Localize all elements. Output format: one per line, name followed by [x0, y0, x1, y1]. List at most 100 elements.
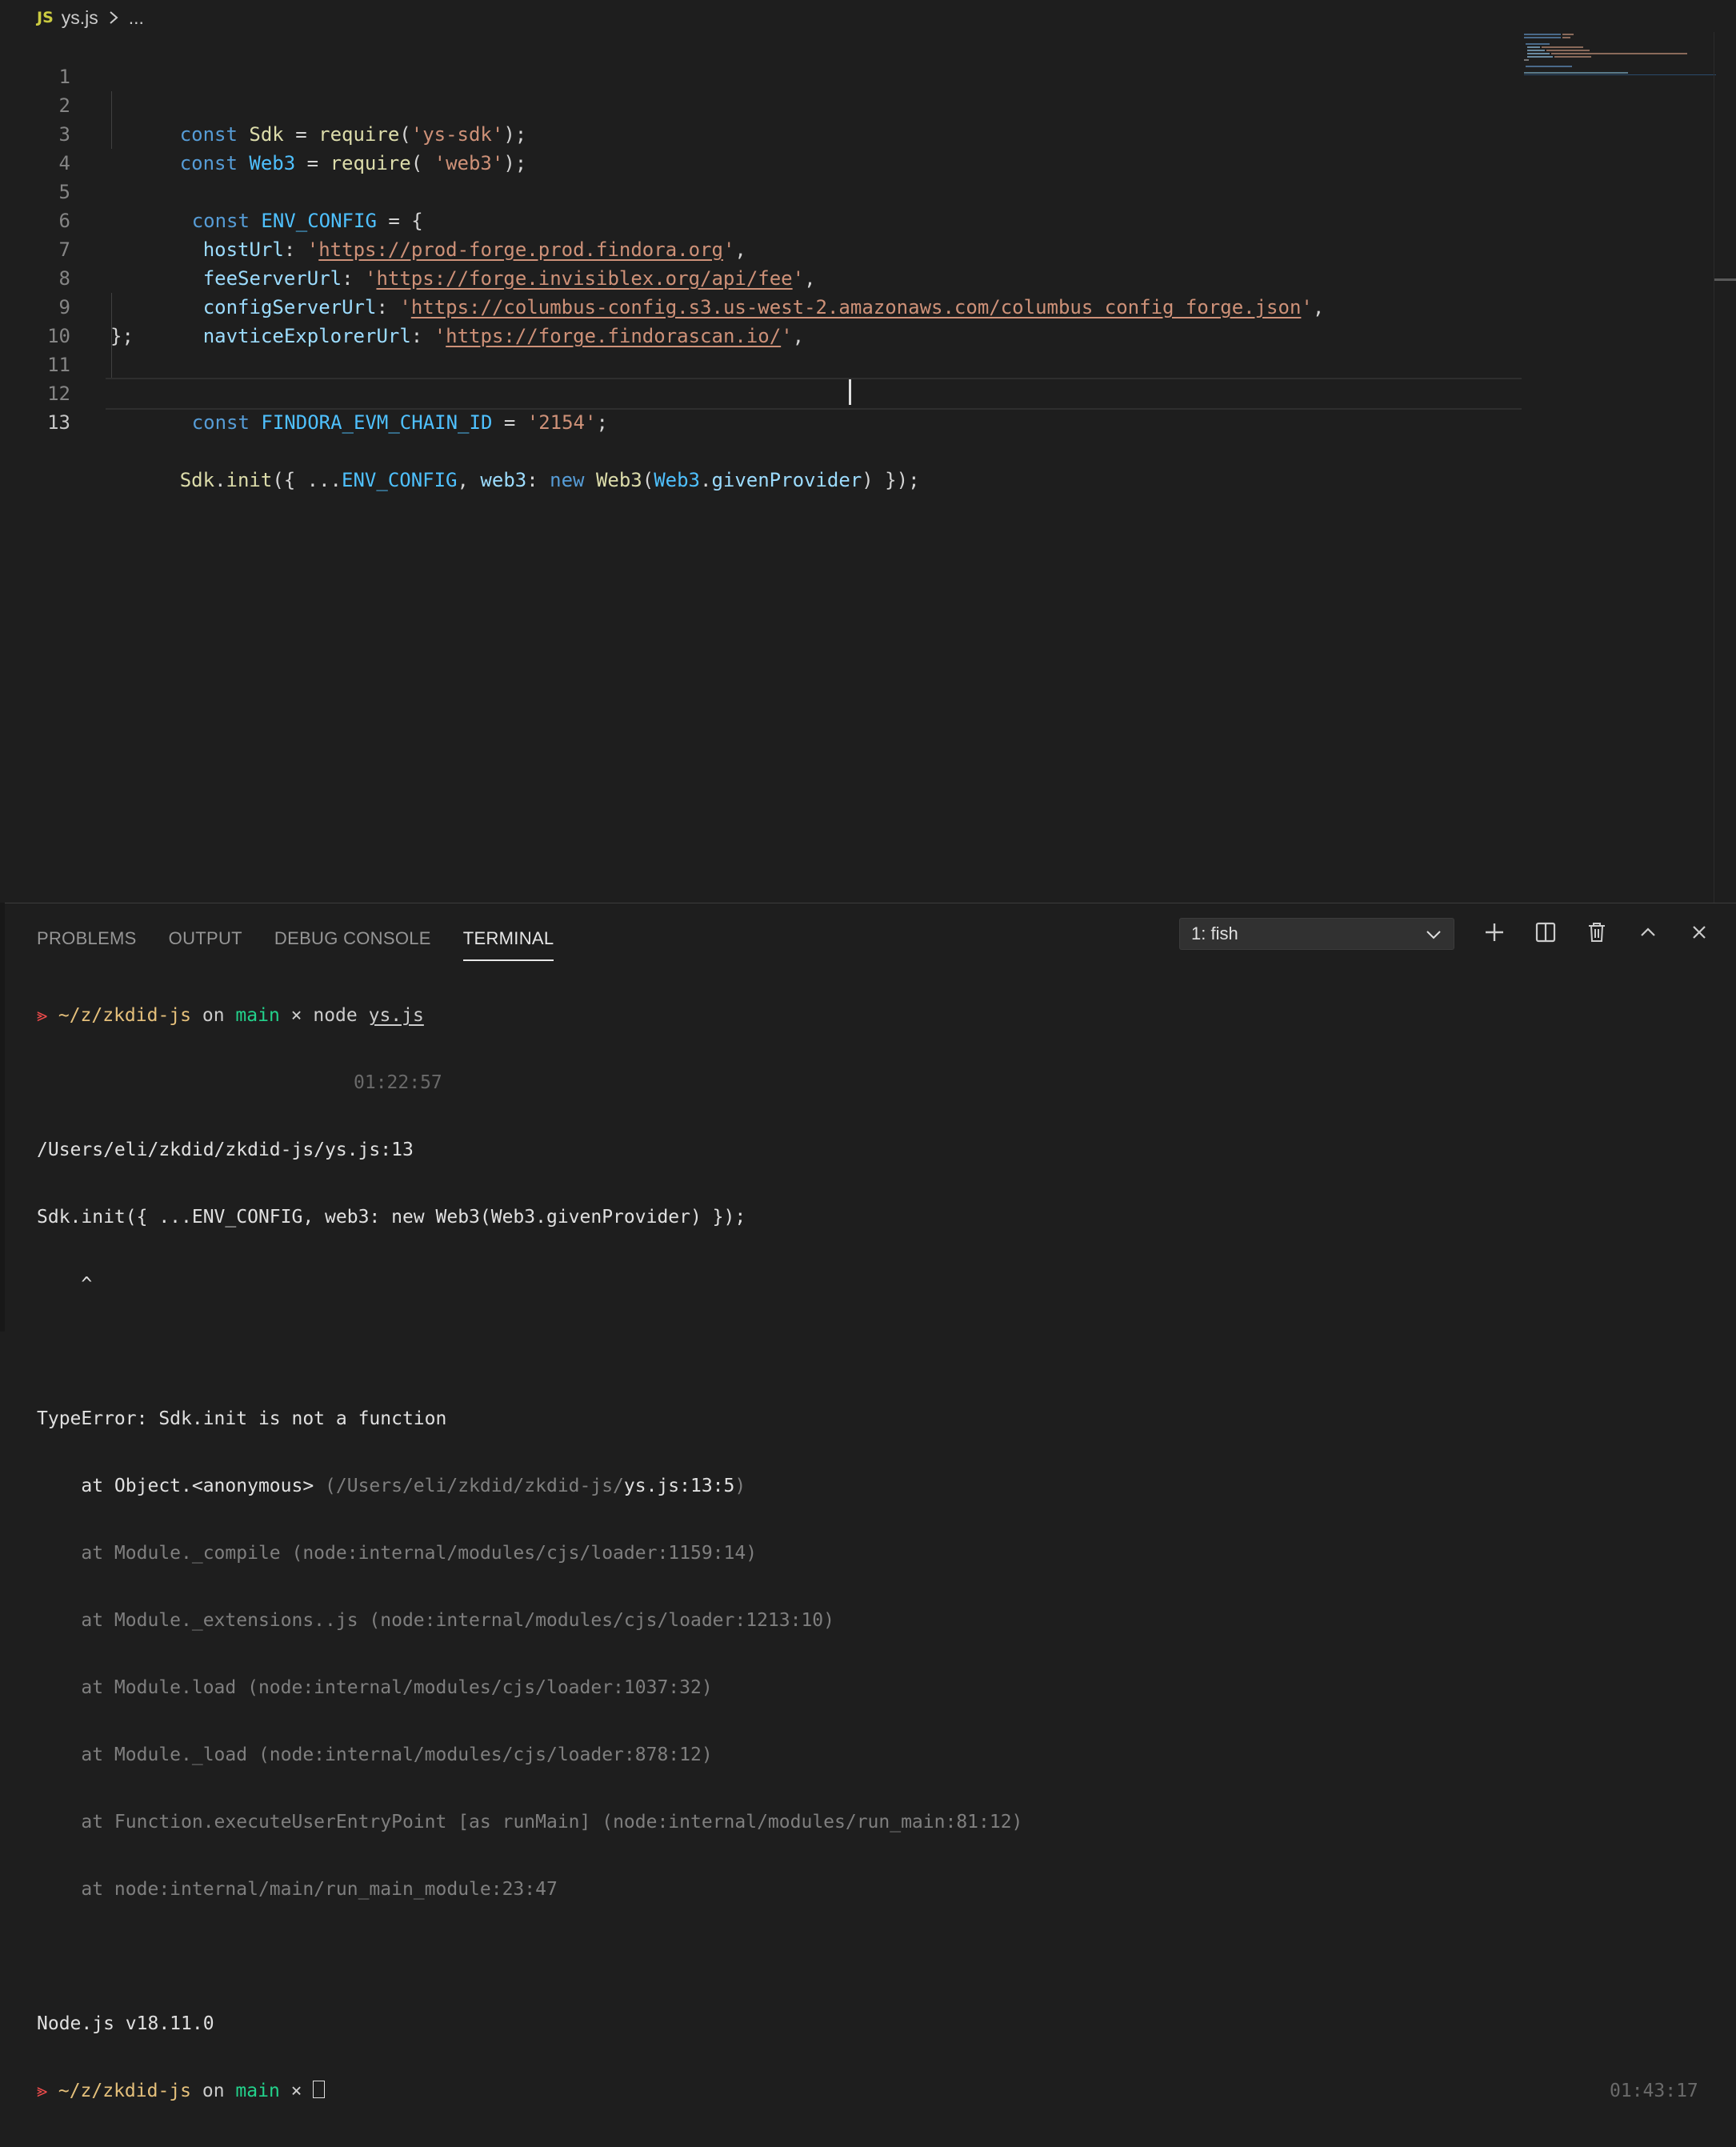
class-name: Web3	[595, 469, 642, 491]
chevron-right-icon	[110, 11, 118, 24]
prompt-text: on	[191, 2081, 236, 2101]
operator: =	[492, 411, 527, 434]
code-line[interactable]: 12	[0, 350, 1520, 405]
timestamp: 01:22:57	[354, 1072, 442, 1093]
tab-problems[interactable]: PROBLEMS	[37, 924, 137, 959]
prompt-arrow-icon: ⪢	[37, 2081, 47, 2101]
code-line[interactable]: 11 const FINDORA_EVM_CHAIN_ID = '2154';	[0, 322, 1520, 434]
close-icon	[1693, 926, 1706, 939]
code-line[interactable]: 2 const Web3 = require( 'web3');	[0, 62, 1520, 174]
panel-tabs: PROBLEMS OUTPUT DEBUG CONSOLE TERMINAL	[37, 924, 554, 961]
git-dirty-mark: ×	[279, 1005, 314, 1026]
code-line[interactable]: 3	[0, 91, 1520, 146]
terminal-line: Node.js v18.11.0	[37, 2013, 214, 2034]
identifier: Web3	[654, 469, 700, 491]
split-icon	[1535, 922, 1556, 943]
new-terminal-button[interactable]	[1478, 916, 1510, 948]
terminal-stack-line: at node:internal/main/run_main_module:23…	[37, 1879, 558, 1900]
punctuation: :	[526, 469, 550, 491]
function-name: init	[226, 469, 273, 491]
stack-text: at Function.executeUserEntryPoint	[37, 1812, 458, 1833]
identifier: ENV_CONFIG	[342, 469, 458, 491]
code-editor[interactable]: 1 const Sdk = require('ys-sdk'); 2 const…	[0, 34, 1522, 491]
code-line[interactable]: 4 const ENV_CONFIG = {	[0, 120, 1520, 232]
terminal-stack-line: at Module.load (node:internal/modules/cj…	[37, 1677, 713, 1698]
code-line[interactable]: 9 };	[0, 264, 1520, 347]
command-argument: ys.js	[368, 1005, 424, 1026]
terminal-stack-line: at Function.executeUserEntryPoint [as ru…	[37, 1811, 1717, 1833]
terminal-prompt-line: ⪢ ~/z/zkdid-js on main × 01:43:17	[37, 2080, 1717, 2102]
string-literal: '2154'	[526, 411, 597, 434]
stack-file-link[interactable]: ys.js:13:5	[624, 1476, 734, 1496]
punctuation: ;	[596, 411, 608, 434]
code-line[interactable]: 7 configServerUrl: 'https://columbus-con…	[0, 206, 1520, 318]
code-line[interactable]: 8 navticeExplorerUrl: 'https://forge.fin…	[0, 235, 1520, 347]
terminal-stack-line: at Module._load (node:internal/modules/c…	[37, 1744, 713, 1765]
code-line[interactable]: 10	[0, 293, 1520, 347]
terminal-stack-line: at Module._extensions..js (node:internal…	[37, 1610, 834, 1631]
prompt-path: ~/z/zkdid-js	[58, 2081, 192, 2101]
chevron-down-icon	[1426, 931, 1441, 939]
line-number: 13	[47, 411, 70, 434]
kill-terminal-button[interactable]	[1581, 916, 1613, 948]
git-branch: main	[235, 2081, 280, 2101]
punctuation: ,	[457, 469, 481, 491]
prompt-path: ~/z/zkdid-js	[58, 1005, 192, 1026]
chevron-up-icon	[1641, 927, 1655, 936]
identifier: FINDORA_EVM_CHAIN_ID	[261, 411, 493, 434]
git-branch: main	[235, 1005, 280, 1026]
punctuation: ({ ...	[272, 469, 342, 491]
stack-path: (/Users/eli/zkdid/zkdid-js/	[325, 1476, 624, 1496]
timestamp: 01:43:17	[1610, 2081, 1698, 2101]
property-name: givenProvider	[711, 469, 862, 491]
code-line[interactable]: 6 feeServerUrl: 'https://forge.invisible…	[0, 178, 1520, 290]
terminal-error-line: TypeError: Sdk.init is not a function	[37, 1408, 447, 1429]
bottom-panel: PROBLEMS OUTPUT DEBUG CONSOLE TERMINAL 1…	[5, 903, 1736, 2101]
breadcrumb[interactable]: JS ys.js ...	[37, 5, 144, 30]
stack-text: )	[734, 1476, 746, 1496]
breadcrumb-more[interactable]: ...	[129, 7, 144, 29]
terminal-prompt-line: ⪢ ~/z/zkdid-js on main × node ys.js	[37, 1004, 1717, 1027]
keyword: new	[550, 469, 585, 491]
tab-terminal[interactable]: TERMINAL	[462, 924, 554, 961]
keyword: const	[191, 411, 250, 434]
terminal-line: 01:22:57	[37, 1071, 1717, 1094]
terminal-line: Sdk.init({ ...ENV_CONFIG, web3: new Web3…	[37, 1207, 746, 1228]
terminal-stack-line: at Module._compile (node:internal/module…	[37, 1543, 758, 1564]
property-key: web3	[480, 469, 527, 491]
terminal-output[interactable]: ⪢ ~/z/zkdid-js on main × node ys.js 01:2…	[37, 959, 1717, 2101]
punctuation: .	[214, 469, 226, 491]
terminal-line: /Users/eli/zkdid/zkdid-js/ys.js:13	[37, 1140, 414, 1160]
identifier: Sdk	[179, 469, 215, 491]
terminal-select-value: 1: fish	[1191, 923, 1238, 943]
minimap[interactable]	[1524, 32, 1716, 80]
plus-icon	[1486, 923, 1503, 941]
git-dirty-mark: ×	[279, 2081, 314, 2101]
terminal-select[interactable]: 1: fish	[1179, 918, 1454, 950]
tab-output[interactable]: OUTPUT	[169, 924, 242, 959]
code-line[interactable]: 1 const Sdk = require('ys-sdk');	[0, 34, 1520, 146]
terminal-cursor	[313, 2081, 326, 2098]
terminal-stack-line: at Object.<anonymous> (/Users/eli/zkdid/…	[37, 1475, 1717, 1497]
command: node	[313, 1005, 369, 1026]
punctuation: ) });	[862, 469, 920, 491]
close-panel-button[interactable]	[1683, 916, 1715, 948]
split-terminal-button[interactable]	[1530, 916, 1562, 948]
breadcrumb-file[interactable]: ys.js	[62, 7, 98, 29]
scroll-position-marker	[1714, 278, 1736, 281]
prompt-text: on	[191, 1005, 236, 1026]
text-cursor	[849, 379, 851, 405]
stack-text: at Object.<anonymous>	[37, 1476, 326, 1496]
prompt-arrow-icon: ⪢	[37, 1005, 47, 1026]
javascript-file-icon: JS	[37, 9, 54, 26]
code-line-current[interactable]: 13 Sdk.init({ ...ENV_CONFIG, web3: new W…	[0, 379, 1520, 491]
editor-scrollbar[interactable]	[1714, 32, 1736, 904]
code-line[interactable]: 5 hostUrl: 'https://prod-forge.prod.find…	[0, 149, 1520, 261]
punctuation: (	[642, 469, 654, 491]
tab-debug-console[interactable]: DEBUG CONSOLE	[274, 924, 431, 959]
trash-icon	[1589, 923, 1605, 942]
stack-text: [as runMain] (node:internal/modules/run_…	[458, 1812, 1023, 1833]
maximize-panel-button[interactable]	[1632, 916, 1664, 948]
